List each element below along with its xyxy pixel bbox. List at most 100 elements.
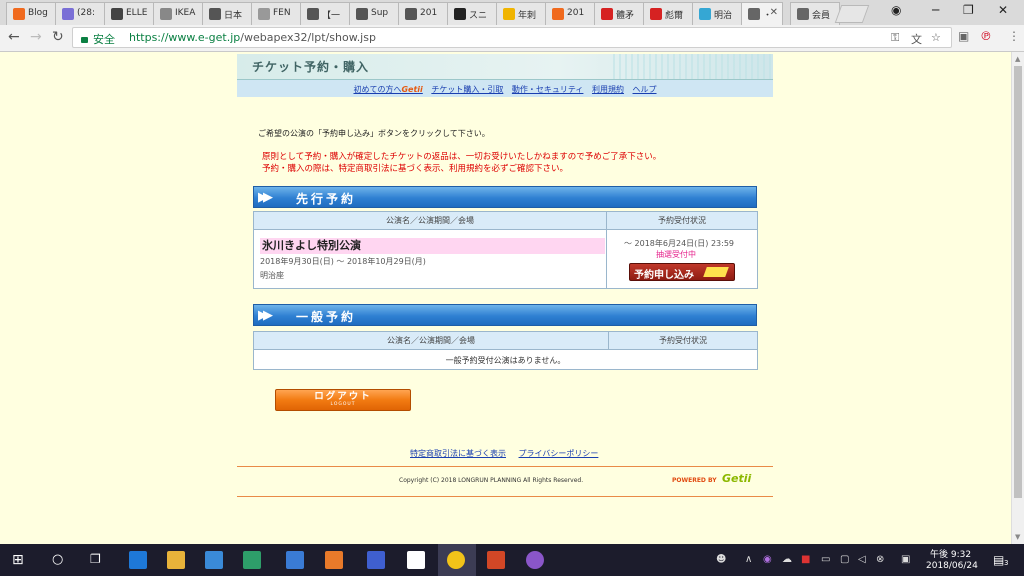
app-icon[interactable]	[243, 551, 261, 569]
tray-app-icon[interactable]: ◉	[763, 554, 772, 565]
browser-tab[interactable]: IKEA	[153, 2, 203, 25]
tray-red-icon[interactable]: ■	[801, 554, 810, 565]
privacy-policy-link[interactable]: プライバシーポリシー	[519, 449, 599, 458]
bookmark-star-icon[interactable]: ☆	[931, 31, 941, 44]
onenote-icon[interactable]	[526, 551, 544, 569]
tab-favicon-icon	[454, 8, 466, 20]
tab-title: (28:	[77, 8, 95, 18]
display-icon[interactable]: ▢	[840, 554, 849, 565]
ticket-icon	[703, 267, 729, 277]
nav-purchase[interactable]: チケット購入・引取	[431, 85, 503, 94]
task-view-icon[interactable]: ❐	[90, 552, 101, 566]
battery-icon[interactable]: ▭	[821, 554, 830, 565]
powerpoint-icon[interactable]	[487, 551, 505, 569]
security-indicator[interactable]: 安全	[81, 31, 115, 47]
warning-text: 原則として予約・購入が確定したチケットの返品は、一切お受けいたしかねますので予め…	[262, 151, 661, 175]
key-icon[interactable]: ⚿	[891, 31, 899, 45]
network-off-icon[interactable]: ⊗	[876, 554, 884, 565]
apply-reservation-button[interactable]: 予約申し込み	[629, 263, 735, 281]
footer-links: 特定商取引法に基づく表示 プライバシーポリシー	[410, 448, 608, 459]
browser-tab[interactable]: Blog	[6, 2, 56, 25]
mail-app-icon[interactable]	[286, 551, 304, 569]
browser-tab[interactable]: 明治	[692, 2, 742, 25]
back-icon[interactable]: ←	[8, 29, 20, 45]
forward-icon[interactable]: →	[30, 29, 42, 45]
menu-icon[interactable]: ⋮	[1008, 29, 1020, 43]
tab-favicon-icon	[209, 8, 221, 20]
tablet-icon[interactable]: ▣	[901, 554, 910, 565]
logout-button[interactable]: ログアウト LOGOUT	[275, 389, 411, 411]
start-icon[interactable]: ⊞	[12, 552, 24, 568]
pinterest-icon[interactable]: ℗	[980, 29, 992, 43]
getii-logo: Getii	[722, 472, 752, 485]
tab-title: 【一	[322, 11, 341, 21]
url-text[interactable]: https://www.e-get.jp/webapex32/lpt/show.…	[129, 31, 376, 44]
browser-tab[interactable]: Sup	[349, 2, 399, 25]
browser-tab[interactable]: (28:	[55, 2, 105, 25]
tab-favicon-icon	[160, 8, 172, 20]
browser-tab[interactable]: 201	[545, 2, 595, 25]
reload-icon[interactable]: ↻	[52, 29, 64, 45]
volume-icon[interactable]: ◁	[858, 554, 866, 565]
nav-terms[interactable]: 利用規約	[592, 85, 624, 94]
browser-tab[interactable]: 【一	[300, 2, 350, 25]
scroll-down-icon[interactable]: ▼	[1015, 533, 1020, 541]
calculator-icon[interactable]	[367, 551, 385, 569]
media-player-icon[interactable]	[325, 551, 343, 569]
browser-tab[interactable]: 会員	[790, 2, 840, 25]
clock-time[interactable]: 午後 9:32	[930, 547, 971, 560]
translate-icon[interactable]: 文	[911, 31, 922, 47]
browser-tab[interactable]: スニ	[447, 2, 497, 25]
nav-environment[interactable]: 動作・セキュリティ	[512, 85, 584, 94]
tab-favicon-icon	[13, 8, 25, 20]
col-status: 予約受付状況	[607, 212, 757, 230]
close-tab-icon[interactable]: ✕	[770, 7, 778, 18]
tab-favicon-icon	[62, 8, 74, 20]
edge-icon[interactable]	[129, 551, 147, 569]
address-bar[interactable]: 安全 https://www.e-get.jp/webapex32/lpt/sh…	[72, 27, 952, 48]
tab-favicon-icon	[797, 8, 809, 20]
intro-text: ご希望の公演の「予約申し込み」ボタンをクリックして下さい。	[258, 129, 490, 138]
browser-tab[interactable]: ELLE	[104, 2, 154, 25]
minimize-button[interactable]: ─	[932, 3, 939, 17]
profile-icon[interactable]: ◉	[891, 3, 901, 17]
tab-favicon-icon	[503, 8, 515, 20]
page-header: チケット予約・購入	[237, 54, 773, 80]
browser-tab[interactable]: FEN	[251, 2, 301, 25]
onedrive-icon[interactable]: ☁	[782, 554, 792, 565]
browser-tab[interactable]: 彪爾	[643, 2, 693, 25]
store-icon[interactable]	[205, 551, 223, 569]
search-icon[interactable]: ○	[52, 552, 63, 567]
col-performance: 公演名／公演期間／会場	[254, 212, 607, 230]
page-title: チケット予約・購入	[252, 60, 370, 74]
vertical-scrollbar[interactable]: ▲ ▼	[1011, 52, 1024, 544]
browser-tab[interactable]: 年刺	[496, 2, 546, 25]
extension-icon[interactable]: ▣	[958, 29, 969, 43]
arrows-icon: ▶▶	[258, 308, 273, 323]
browser-tab[interactable]: 體矛	[594, 2, 644, 25]
close-window-button[interactable]: ✕	[998, 3, 1008, 17]
people-icon[interactable]: ☻	[716, 554, 726, 565]
show-hidden-icons[interactable]: ∧	[745, 554, 752, 565]
clock-date[interactable]: 2018/06/24	[926, 561, 978, 571]
tab-title: 彪爾	[665, 11, 684, 21]
action-center-icon[interactable]: ▤	[993, 553, 1004, 567]
browser-tab[interactable]: 201	[398, 2, 448, 25]
tab-favicon-icon	[258, 8, 270, 20]
restore-button[interactable]: ❐	[963, 3, 974, 17]
scrollbar-thumb[interactable]	[1014, 66, 1022, 498]
tab-favicon-icon	[699, 8, 711, 20]
browser-tab[interactable]: 日本	[202, 2, 252, 25]
tab-title: 明治	[714, 11, 733, 21]
new-tab-button[interactable]	[834, 5, 870, 23]
file-explorer-icon[interactable]	[167, 551, 185, 569]
scroll-up-icon[interactable]: ▲	[1015, 55, 1020, 63]
tab-favicon-icon	[356, 8, 368, 20]
nav-help[interactable]: ヘルプ	[633, 85, 657, 94]
mail-icon[interactable]	[407, 551, 425, 569]
warning-line-2: 予約・購入の際は、特定商取引法に基づく表示、利用規約を必ずご確認下さい。	[262, 164, 569, 174]
chrome-icon[interactable]	[447, 551, 465, 569]
browser-tab[interactable]: ・ ✕	[741, 2, 783, 25]
legal-notice-link[interactable]: 特定商取引法に基づく表示	[410, 449, 506, 458]
nav-first-time[interactable]: 初めての方へGetii	[353, 85, 422, 94]
